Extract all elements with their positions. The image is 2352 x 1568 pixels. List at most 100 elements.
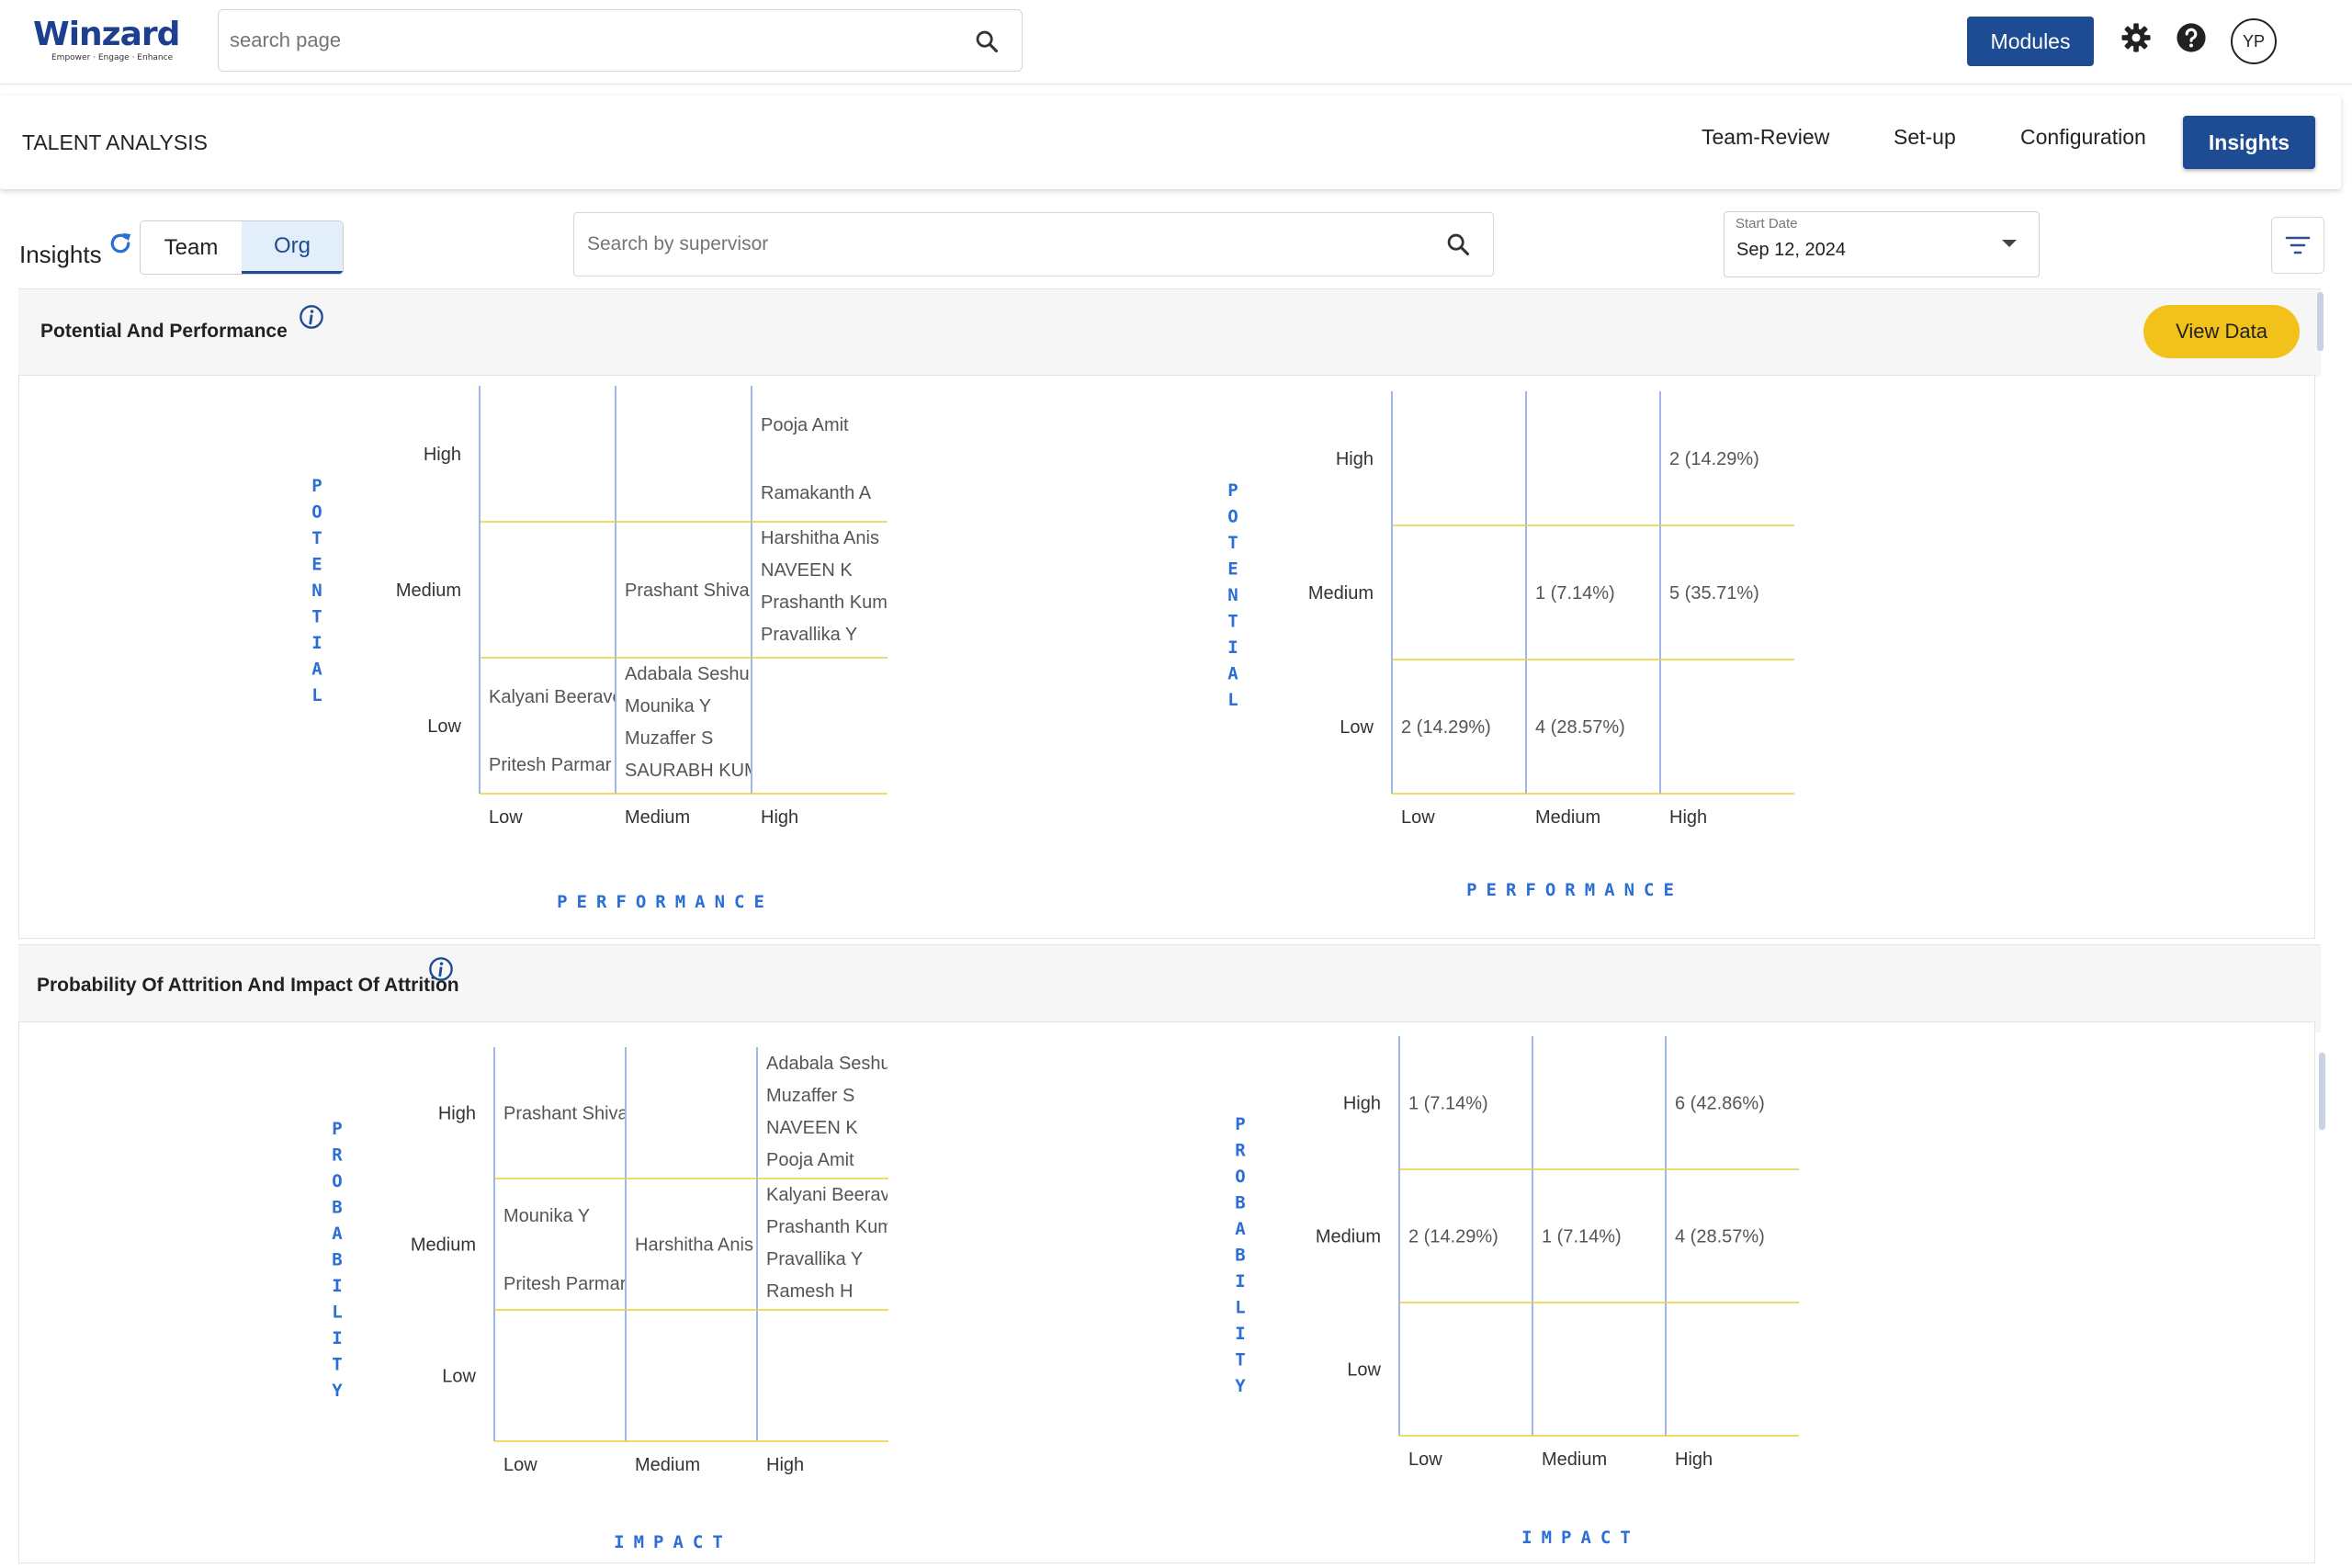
- matrix-cell-label[interactable]: Muzaffer S: [625, 728, 713, 749]
- supervisor-search-input[interactable]: [587, 213, 1414, 276]
- info-icon[interactable]: [299, 304, 324, 330]
- x-tick-label: Low: [1408, 1450, 1442, 1470]
- matrix-cell-label[interactable]: Pritesh Parmar: [503, 1274, 627, 1294]
- y-axis-title: PROBABILITY: [1235, 1114, 1246, 1396]
- winzard-logo[interactable]: Winzard Empower · Engage · Enhance: [33, 16, 189, 63]
- start-date-select[interactable]: Start Date Sep 12, 2024: [1724, 211, 2040, 277]
- matrix-cell-label[interactable]: 4 (28.57%): [1675, 1227, 1765, 1247]
- matrix-cell-label[interactable]: Mounika Y: [503, 1206, 590, 1226]
- matrix-cell-label[interactable]: Ramesh H: [761, 657, 847, 677]
- y-tick-label: Medium: [1316, 1227, 1381, 1247]
- scrollbar[interactable]: [2317, 292, 2324, 351]
- matrix-cell-label[interactable]: 5 (35.71%): [1669, 583, 1759, 604]
- matrix-cell-label[interactable]: 2 (14.29%): [1401, 717, 1491, 738]
- matrix-cell-label[interactable]: Prashanth Kum: [761, 592, 888, 613]
- matrix-cell-label[interactable]: Harshitha Anis: [761, 528, 879, 548]
- matrix-cell-label[interactable]: Adabala Seshu: [625, 664, 750, 684]
- filter-button[interactable]: [2271, 217, 2324, 274]
- y-tick-label: Low: [427, 716, 461, 737]
- matrix-cell-label[interactable]: Prashant Shiva: [625, 581, 751, 601]
- x-tick-label: Medium: [1542, 1450, 1607, 1470]
- matrix-cell-label[interactable]: Adabala Seshu: [766, 1054, 891, 1074]
- matrix-cell-label[interactable]: SAURABH KUM: [625, 761, 760, 781]
- logo-tagline: Empower · Engage · Enhance: [51, 53, 174, 62]
- matrix-cell-label[interactable]: Harshitha Anis: [635, 1235, 753, 1256]
- matrix-cell-label[interactable]: 6 (42.86%): [1675, 1094, 1765, 1114]
- x-tick-label: High: [766, 1455, 804, 1475]
- page-title: TALENT ANALYSIS: [22, 130, 208, 154]
- view-data-button[interactable]: View Data: [2143, 305, 2300, 358]
- matrix-cell-label[interactable]: Pooja Amit: [766, 1150, 854, 1170]
- matrix-cell-label[interactable]: Pravallika Y: [761, 625, 857, 645]
- y-axis-title: POTENTIAL: [311, 476, 322, 705]
- matrix-cell-label[interactable]: 1 (7.14%): [1535, 583, 1615, 604]
- toggle-team[interactable]: Team: [141, 221, 242, 274]
- info-icon[interactable]: [428, 956, 454, 982]
- attrition-count-matrix: Low Medium High Low Medium High P R O B A B I L I T Y IMP…: [1235, 1036, 1799, 1548]
- tab-team-review[interactable]: Team-Review: [1702, 125, 1829, 150]
- y-axis-title: POTENTIAL: [1227, 480, 1238, 710]
- refresh-icon[interactable]: [107, 230, 134, 257]
- y-tick-label: Medium: [1308, 583, 1374, 604]
- matrix-cell-label[interactable]: 2 (14.29%): [1669, 449, 1759, 469]
- performance-potential-names-matrix: Low Medium High Low Medium High P O T E N T I A L PERFO…: [311, 386, 888, 912]
- section-title-performance: Potential And Performance: [40, 321, 288, 342]
- insights-label: Insights: [19, 241, 102, 268]
- x-tick-label: High: [1675, 1450, 1713, 1470]
- matrix-cell-label[interactable]: NAVEEN K: [761, 560, 853, 581]
- matrix-cell-label[interactable]: 2 (14.29%): [1408, 1227, 1498, 1247]
- logo-text: Winzard: [33, 16, 180, 53]
- page-search-input[interactable]: [230, 10, 965, 71]
- avatar[interactable]: YP: [2231, 18, 2277, 64]
- start-date-label: Start Date: [1736, 216, 1798, 231]
- tab-set-up[interactable]: Set-up: [1894, 125, 1956, 150]
- x-tick-label: Low: [1401, 807, 1435, 828]
- matrix-cell-label[interactable]: Mounika Y: [625, 696, 711, 716]
- x-tick-label: Medium: [625, 807, 690, 828]
- supervisor-search: [573, 212, 1494, 276]
- gear-icon[interactable]: [2120, 22, 2152, 53]
- tab-insights[interactable]: Insights: [2183, 116, 2315, 169]
- module-header: TALENT ANALYSIS Team-Review Set-up Confi…: [0, 96, 2341, 189]
- matrix-cell-label[interactable]: Ramesh H: [766, 1281, 853, 1302]
- matrix-cell-label[interactable]: Pravallika Y: [766, 1249, 863, 1269]
- tab-configuration[interactable]: Configuration: [2020, 125, 2146, 150]
- matrix-cell-label[interactable]: NAVEEN K: [766, 1118, 858, 1138]
- modules-button[interactable]: Modules: [1967, 17, 2094, 66]
- x-tick-label: Low: [503, 1455, 537, 1475]
- attrition-names-matrix: Low Medium High Low Medium High P R O B A B I L I T Y IMP…: [332, 1047, 900, 1552]
- y-tick-label: High: [424, 445, 461, 465]
- help-icon[interactable]: [2176, 22, 2207, 53]
- search-icon[interactable]: [974, 28, 1000, 54]
- performance-section-header: Potential And Performance: [18, 288, 2321, 377]
- x-tick-label: Medium: [635, 1455, 700, 1475]
- x-axis-title: PERFORMANCE: [1466, 880, 1683, 900]
- y-tick-label: Low: [1347, 1360, 1381, 1381]
- matrix-cell-label[interactable]: Kalyani Beerave: [489, 687, 623, 707]
- matrix-cell-label[interactable]: 4 (28.57%): [1535, 717, 1625, 738]
- matrix-cell-label[interactable]: 1 (7.14%): [1408, 1094, 1488, 1114]
- matrix-cell-label[interactable]: Kalyani Beerave: [766, 1185, 900, 1205]
- section-title-attrition: Probability Of Attrition And Impact Of A…: [37, 975, 459, 996]
- toggle-org[interactable]: Org: [242, 221, 343, 274]
- matrix-cell-label[interactable]: Pooja Amit: [761, 415, 849, 435]
- matrix-cell-label[interactable]: Prashanth Kum: [766, 1217, 893, 1237]
- y-tick-label: Low: [442, 1367, 476, 1387]
- page-search: [218, 9, 1023, 72]
- matrix-cell-label[interactable]: Prashant Shiva: [503, 1104, 629, 1124]
- matrix-cell-label[interactable]: Ramakanth A: [761, 483, 872, 503]
- matrix-cell-label[interactable]: Pritesh Parmar: [489, 755, 612, 775]
- filter-icon: [2285, 236, 2311, 254]
- search-icon[interactable]: [1445, 231, 1471, 257]
- y-tick-label: Medium: [411, 1235, 476, 1256]
- x-tick-label: Medium: [1535, 807, 1600, 828]
- matrix-cell-label[interactable]: Muzaffer S: [766, 1086, 854, 1106]
- performance-potential-count-matrix: Low Medium High Low Medium High P O T E N T I A L PERFO…: [1227, 391, 1794, 900]
- x-tick-label: Low: [489, 807, 523, 828]
- y-tick-label: High: [1343, 1094, 1381, 1114]
- scrollbar[interactable]: [2319, 1053, 2325, 1130]
- y-tick-label: High: [438, 1104, 476, 1124]
- x-axis-title: IMPACT: [1521, 1528, 1640, 1548]
- x-axis-title: IMPACT: [614, 1532, 732, 1552]
- matrix-cell-label[interactable]: 1 (7.14%): [1542, 1227, 1622, 1247]
